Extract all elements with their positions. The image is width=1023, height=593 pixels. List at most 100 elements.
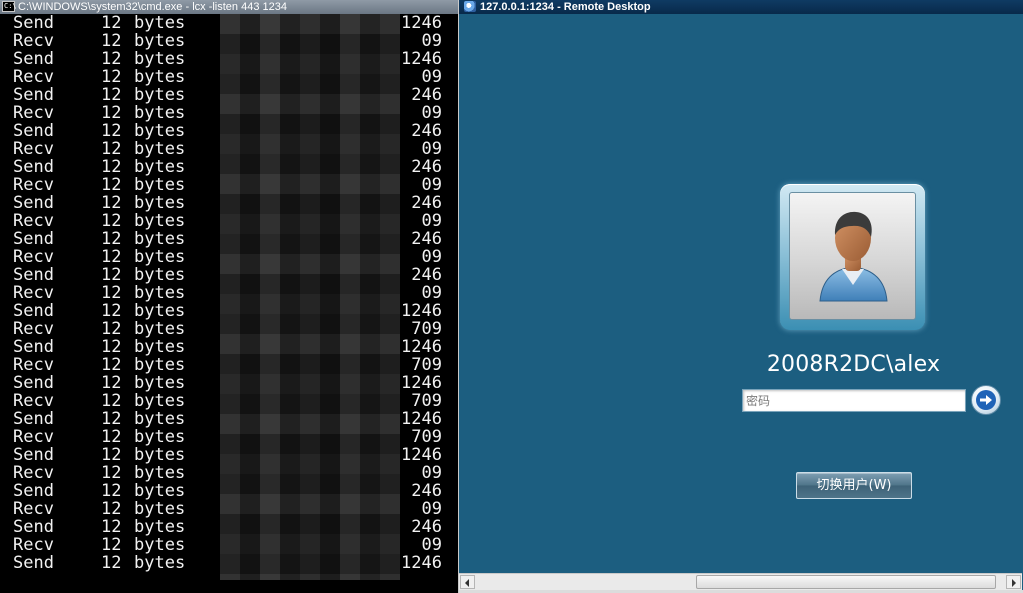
cmd-line-unit: bytes — [134, 49, 186, 69]
cmd-line-num: 12 — [101, 553, 122, 573]
cmd-line-num: 12 — [101, 103, 122, 123]
cmd-line-tail: 709 — [411, 319, 442, 339]
cmd-title: C:\WINDOWS\system32\cmd.exe - lcx -liste… — [18, 1, 287, 13]
cmd-line-unit: bytes — [134, 31, 186, 51]
cmd-titlebar[interactable]: C:\C:\WINDOWS\system32\cmd.exe - lcx -li… — [0, 0, 458, 14]
cmd-line-unit: bytes — [134, 13, 186, 33]
cmd-line-dir: Recv — [13, 103, 54, 123]
cmd-line-tail: 246 — [411, 229, 442, 249]
cmd-line-unit: bytes — [134, 283, 186, 303]
cmd-line-unit: bytes — [134, 463, 186, 483]
cmd-line-unit: bytes — [134, 139, 186, 159]
cmd-line-num: 12 — [101, 337, 122, 357]
cmd-line-tail: 09 — [421, 463, 442, 483]
cmd-line-tail: 1246 — [401, 301, 442, 321]
cmd-line-tail: 09 — [421, 499, 442, 519]
password-field[interactable] — [742, 389, 966, 412]
cmd-line-unit: bytes — [134, 427, 186, 447]
cmd-line-unit: bytes — [134, 517, 186, 537]
cmd-line-dir: Recv — [13, 427, 54, 447]
cmd-line-tail: 09 — [421, 535, 442, 555]
horizontal-scrollbar[interactable] — [459, 573, 1022, 590]
cmd-line-tail: 09 — [421, 211, 442, 231]
cmd-line-unit: bytes — [134, 175, 186, 195]
cmd-line-tail: 09 — [421, 283, 442, 303]
cmd-line-dir: Send — [13, 13, 54, 33]
cmd-icon: C:\ — [2, 1, 17, 12]
submit-login-button[interactable] — [971, 385, 1001, 415]
cmd-line-unit: bytes — [134, 103, 186, 123]
cmd-line-tail: 246 — [411, 265, 442, 285]
cmd-line-tail: 709 — [411, 391, 442, 411]
cmd-line-unit: bytes — [134, 409, 186, 429]
rdp-titlebar[interactable]: 127.0.0.1:1234 - Remote Desktop — [459, 0, 1023, 14]
cmd-line-dir: Recv — [13, 175, 54, 195]
cmd-line-unit: bytes — [134, 535, 186, 555]
user-avatar-frame — [780, 184, 925, 330]
cmd-line-unit: bytes — [134, 355, 186, 375]
cmd-line-num: 12 — [101, 157, 122, 177]
cmd-line-dir: Recv — [13, 535, 54, 555]
cmd-line-dir: Recv — [13, 319, 54, 339]
cmd-line-unit: bytes — [134, 337, 186, 357]
cmd-line-unit: bytes — [134, 157, 186, 177]
remote-desktop-icon — [464, 1, 476, 12]
cmd-line-num: 12 — [101, 211, 122, 231]
cmd-line-num: 12 — [101, 229, 122, 249]
username-label: 2008R2DC\alex — [766, 352, 941, 377]
cmd-line-dir: Send — [13, 85, 54, 105]
cmd-line-dir: Send — [13, 157, 54, 177]
cmd-line-dir: Recv — [13, 31, 54, 51]
cmd-line-num: 12 — [101, 319, 122, 339]
cmd-line-unit: bytes — [134, 265, 186, 285]
cmd-line-tail: 246 — [411, 193, 442, 213]
cmd-line-num: 12 — [101, 517, 122, 537]
cmd-line-tail: 709 — [411, 427, 442, 447]
cmd-line-dir: Send — [13, 445, 54, 465]
switch-user-button[interactable]: 切换用户(W) — [796, 472, 912, 499]
cmd-line-num: 12 — [101, 463, 122, 483]
cmd-line-unit: bytes — [134, 499, 186, 519]
cmd-line-tail: 246 — [411, 85, 442, 105]
scroll-thumb[interactable] — [696, 575, 996, 589]
cmd-line-dir: Recv — [13, 391, 54, 411]
cmd-line-num: 12 — [101, 373, 122, 393]
cmd-line-tail: 1246 — [401, 373, 442, 393]
cmd-line-dir: Recv — [13, 139, 54, 159]
cmd-line-dir: Recv — [13, 67, 54, 87]
cmd-line-tail: 1246 — [401, 553, 442, 573]
cmd-line-tail: 09 — [421, 175, 442, 195]
rdp-title: 127.0.0.1:1234 - Remote Desktop — [480, 1, 651, 13]
cmd-line-dir: Send — [13, 337, 54, 357]
cmd-line-unit: bytes — [134, 391, 186, 411]
cmd-line-tail: 246 — [411, 157, 442, 177]
user-avatar-icon — [789, 192, 916, 320]
cmd-line-dir: Recv — [13, 499, 54, 519]
cmd-line-tail: 09 — [421, 247, 442, 267]
cmd-line-num: 12 — [101, 175, 122, 195]
cmd-line-num: 12 — [101, 139, 122, 159]
scroll-left-arrow[interactable] — [460, 575, 475, 589]
cmd-line-num: 12 — [101, 427, 122, 447]
cmd-line-unit: bytes — [134, 481, 186, 501]
cmd-line-unit: bytes — [134, 319, 186, 339]
cmd-line-dir: Send — [13, 193, 54, 213]
cmd-line-tail: 709 — [411, 355, 442, 375]
cmd-line-num: 12 — [101, 535, 122, 555]
cmd-line-tail: 246 — [411, 517, 442, 537]
cmd-line-num: 12 — [101, 445, 122, 465]
cmd-line-num: 12 — [101, 67, 122, 87]
scroll-right-arrow[interactable] — [1006, 575, 1021, 589]
cmd-line-dir: Recv — [13, 355, 54, 375]
cmd-line-tail: 246 — [411, 121, 442, 141]
cmd-line-num: 12 — [101, 49, 122, 69]
cmd-line-tail: 1246 — [401, 445, 442, 465]
cmd-line-num: 12 — [101, 265, 122, 285]
cmd-line-num: 12 — [101, 121, 122, 141]
cmd-line-unit: bytes — [134, 301, 186, 321]
cmd-line-dir: Recv — [13, 211, 54, 231]
cmd-line-unit: bytes — [134, 373, 186, 393]
cmd-line-tail: 1246 — [401, 13, 442, 33]
cmd-line-tail: 09 — [421, 67, 442, 87]
cmd-line-dir: Send — [13, 229, 54, 249]
